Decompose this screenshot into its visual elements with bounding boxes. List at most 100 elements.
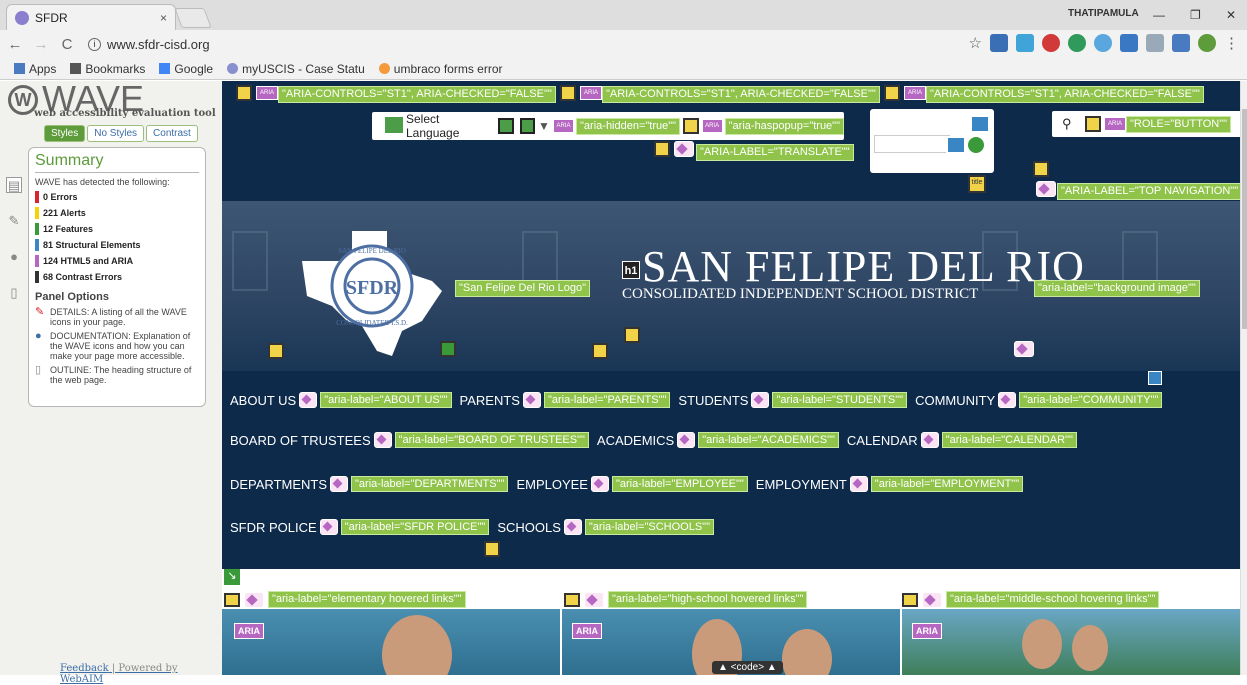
nav-item-label[interactable]: CALENDAR: [847, 433, 918, 448]
extensions-area: ☆ ⋮: [969, 34, 1239, 52]
extension-4-icon[interactable]: [1068, 34, 1086, 52]
wave-extension-icon[interactable]: [1198, 34, 1216, 52]
window-restore-button[interactable]: ❐: [1190, 8, 1201, 22]
page-scrollbar[interactable]: [1240, 81, 1247, 675]
extension-new-icon[interactable]: [1120, 34, 1138, 52]
tab-contrast[interactable]: Contrast: [146, 125, 198, 142]
count-label: 0 Errors: [43, 192, 78, 202]
bookmark-item[interactable]: Bookmarks: [70, 62, 145, 76]
scrollbar-thumb[interactable]: [1242, 109, 1247, 329]
window-close-button[interactable]: ✕: [1226, 8, 1236, 22]
aria-icon: ARIA: [1104, 117, 1126, 131]
bookmark-label: Apps: [29, 61, 57, 76]
nav-item[interactable]: ABOUT US "aria-label="ABOUT US"": [230, 392, 452, 408]
extension-7-icon[interactable]: [1146, 34, 1164, 52]
outline-panel-icon[interactable]: ▯: [6, 285, 22, 301]
reload-button[interactable]: C: [56, 36, 78, 53]
count-color-bar: [35, 239, 39, 251]
translate-input[interactable]: [874, 135, 950, 153]
panel-option[interactable]: ▯ OUTLINE: The heading structure of the w…: [35, 364, 199, 386]
nav-item-label[interactable]: DEPARTMENTS: [230, 477, 327, 492]
summary-count-row[interactable]: 81 Structural Elements: [35, 239, 199, 251]
panel-option[interactable]: ● DOCUMENTATION: Explanation of the WAVE …: [35, 331, 199, 362]
bookmark-item[interactable]: Google: [159, 62, 213, 76]
browser-tab[interactable]: SFDR ×: [6, 4, 176, 30]
browser-menu-button[interactable]: ⋮: [1224, 34, 1239, 52]
nav-item-label[interactable]: ABOUT US: [230, 393, 296, 408]
nav-item[interactable]: PARENTS "aria-label="PARENTS"": [460, 392, 671, 408]
panel-option[interactable]: ✎ DETAILS: A listing of all the WAVE icon…: [35, 306, 199, 328]
title-icon: title: [968, 175, 986, 193]
details-panel-icon[interactable]: ✎: [6, 213, 22, 229]
nav-aria-label: "aria-label="SFDR POLICE"": [340, 519, 490, 535]
nav-item[interactable]: DEPARTMENTS "aria-label="DEPARTMENTS"": [230, 476, 509, 492]
address-bar[interactable]: i www.sfdr-cisd.org: [88, 37, 210, 52]
back-button[interactable]: ←: [4, 36, 26, 53]
search-icon[interactable]: ⚲: [1062, 116, 1072, 132]
nav-item[interactable]: ACADEMICS "aria-label="ACADEMICS"": [597, 432, 839, 448]
tab-styles[interactable]: Styles: [44, 125, 86, 142]
structure-icon: [592, 343, 608, 359]
nav-item[interactable]: EMPLOYEE "aria-label="EMPLOYEE"": [516, 476, 748, 492]
nav-aria-label: "aria-label="EMPLOYMENT"": [870, 476, 1024, 492]
feedback-link[interactable]: Feedback: [60, 663, 109, 674]
nav-item[interactable]: COMMUNITY "aria-label="COMMUNITY"": [915, 392, 1163, 408]
nav-item[interactable]: STUDENTS "aria-label="STUDENTS"": [678, 392, 908, 408]
summary-count-row[interactable]: 68 Contrast Errors: [35, 271, 199, 283]
nav-item[interactable]: EMPLOYMENT "aria-label="EMPLOYMENT"": [756, 476, 1024, 492]
documentation-panel-icon[interactable]: ●: [6, 249, 22, 265]
extension-1-icon[interactable]: [990, 34, 1008, 52]
structure-icon: [560, 85, 576, 101]
bookmark-item[interactable]: Apps: [14, 62, 56, 76]
summary-count-row[interactable]: 221 Alerts: [35, 207, 199, 219]
nav-item[interactable]: CALENDAR "aria-label="CALENDAR"": [847, 432, 1077, 448]
new-tab-button[interactable]: [174, 8, 212, 28]
extension-8-icon[interactable]: [1172, 34, 1190, 52]
nav-row: SFDR POLICE "aria-label="SFDR POLICE"" SCH…: [230, 519, 714, 535]
adblock-icon[interactable]: [1042, 34, 1060, 52]
language-selector[interactable]: Select Language ▼ ARIA "aria-hidden="tru…: [372, 112, 844, 140]
webaim-link[interactable]: WebAIM: [60, 674, 103, 685]
count-color-bar: [35, 271, 39, 283]
summary-count-row[interactable]: 0 Errors: [35, 191, 199, 203]
bookmark-item[interactable]: myUSCIS - Case Statu: [227, 62, 365, 76]
nav-item[interactable]: SCHOOLS "aria-label="SCHOOLS"": [497, 519, 714, 535]
site-info-icon[interactable]: i: [88, 37, 101, 51]
forward-button[interactable]: →: [30, 36, 52, 53]
extension-2-icon[interactable]: [1016, 34, 1034, 52]
nav-item-label[interactable]: PARENTS: [460, 393, 520, 408]
nav-item-label[interactable]: COMMUNITY: [915, 393, 995, 408]
bookmark-item[interactable]: umbraco forms error: [378, 62, 503, 76]
nav-aria-label: "aria-label="SCHOOLS"": [584, 519, 714, 535]
elementary-photo[interactable]: [222, 609, 560, 675]
form-icon: [946, 136, 966, 154]
feature-icon: [440, 341, 456, 357]
high-school-hover-label: "aria-label="high-school hovered links"": [608, 591, 808, 608]
district-name: SAN FELIPE DEL RIO: [642, 242, 1085, 291]
nav-item[interactable]: BOARD OF TRUSTEES "aria-label="BOARD OF T…: [230, 432, 589, 448]
nav-item-label[interactable]: EMPLOYMENT: [756, 477, 847, 492]
pin-icon: ✎: [35, 306, 45, 318]
summary-count-row[interactable]: 124 HTML5 and ARIA: [35, 255, 199, 267]
window-minimize-button[interactable]: —: [1153, 8, 1165, 22]
aria-badge: ARIA: [912, 623, 942, 639]
nav-item-label[interactable]: STUDENTS: [678, 393, 748, 408]
sfdr-logo[interactable]: SFDR SAN FELIPE DEL RIO CONSOLIDATED I.S…: [292, 221, 452, 361]
nav-item-label[interactable]: ACADEMICS: [597, 433, 674, 448]
tab-close-button[interactable]: ×: [160, 11, 167, 25]
middle-school-photo[interactable]: [902, 609, 1240, 675]
nav-item[interactable]: SFDR POLICE "aria-label="SFDR POLICE"": [230, 519, 490, 535]
search-box[interactable]: ⚲ ARIA "ROLE="BUTTON"": [1052, 111, 1240, 137]
alert-icon: [564, 592, 580, 607]
outline-icon: ▯: [35, 364, 42, 376]
summary-panel-icon[interactable]: ▤: [6, 177, 22, 193]
extension-5-icon[interactable]: [1094, 34, 1112, 52]
nav-item-label[interactable]: BOARD OF TRUSTEES: [230, 433, 371, 448]
summary-count-row[interactable]: 12 Features: [35, 223, 199, 235]
nav-item-label[interactable]: SFDR POLICE: [230, 520, 317, 535]
dropdown-arrow-icon[interactable]: ▼: [538, 119, 550, 133]
bookmark-star-icon[interactable]: ☆: [969, 34, 982, 52]
nav-item-label[interactable]: SCHOOLS: [497, 520, 561, 535]
tab-no-styles[interactable]: No Styles: [87, 125, 145, 142]
nav-item-label[interactable]: EMPLOYEE: [516, 477, 588, 492]
